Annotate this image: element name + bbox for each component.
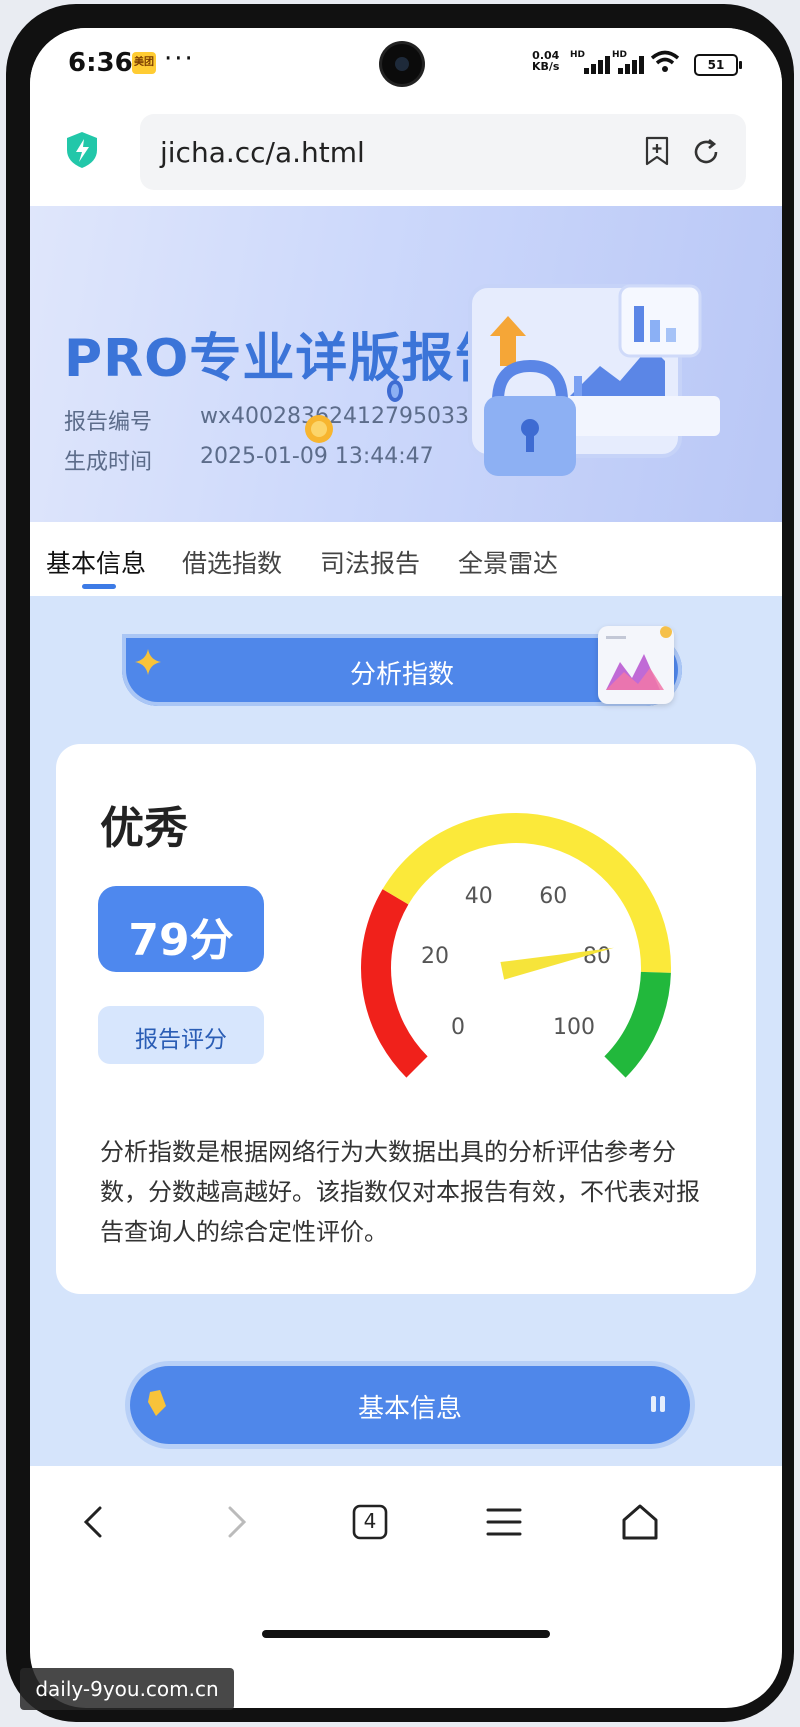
report-number-value: wx400283624127950330	[200, 404, 483, 429]
wifi-icon	[650, 50, 680, 72]
network-speed: 0.04 KB/s	[532, 50, 559, 72]
report-hero-banner: PRO专业详版报告 报告编号 wx400283624127950330 生成时间…	[30, 206, 782, 522]
score-badge: 79分	[98, 886, 264, 972]
watermark: daily-9you.com.cn	[20, 1668, 234, 1710]
front-camera	[382, 44, 422, 84]
gauge-segment-low	[361, 889, 428, 1078]
sparkle-icon	[135, 649, 161, 675]
coin-icon	[305, 415, 333, 443]
report-title: PRO专业详版报告	[64, 329, 508, 389]
score-label-badge: 报告评分	[98, 1006, 264, 1064]
generated-time-label: 生成时间	[64, 450, 153, 475]
browser-nav-bar: 4	[30, 1466, 782, 1596]
score-value: 79分	[128, 915, 234, 966]
pause-icon	[651, 1396, 665, 1412]
score-label: 报告评分	[135, 1027, 227, 1053]
forward-icon[interactable]	[214, 1500, 258, 1544]
network-speed-unit: KB/s	[532, 60, 560, 73]
score-gauge: 0 20 40 60 80 100	[361, 813, 671, 1078]
tab-loan-index[interactable]: 借选指数	[182, 544, 282, 580]
gauge-needle-hub	[509, 961, 523, 975]
tab-panorama-radar[interactable]: 全景雷达	[458, 544, 558, 580]
url-text[interactable]: jicha.cc/a.html	[160, 136, 365, 169]
home-indicator[interactable]	[262, 1630, 550, 1638]
status-time: 6:36	[68, 48, 133, 78]
coin-icon-small	[387, 380, 403, 402]
address-bar[interactable]: jicha.cc/a.html	[140, 114, 746, 190]
home-icon[interactable]	[618, 1500, 662, 1544]
generated-time-value: 2025-01-09 13:44:47	[200, 444, 434, 469]
status-bar: 6:36 美团 ··· 0.04 KB/s HD HD 51	[30, 28, 782, 96]
basic-info-label: 基本信息	[357, 1394, 462, 1424]
gauge-tick-80: 80	[583, 944, 611, 969]
gauge-tick-20: 20	[421, 944, 449, 969]
battery-icon: 51	[694, 54, 742, 76]
phone-screen: 6:36 美团 ··· 0.04 KB/s HD HD 51 jicha.cc/…	[30, 28, 782, 1708]
gauge-tick-60: 60	[539, 884, 567, 909]
bookmark-add-icon[interactable]	[644, 136, 670, 166]
score-card: 优秀 79分 报告评分 0 20 40 60 80 100 分析指数是根据网络行为大数据出…	[56, 744, 756, 1294]
chart-illustration-icon	[598, 626, 674, 704]
menu-icon[interactable]	[482, 1500, 526, 1544]
security-illustration-icon	[468, 284, 720, 476]
hd-badge-2: HD	[612, 50, 628, 60]
back-icon[interactable]	[72, 1500, 116, 1544]
gauge-tick-40: 40	[465, 884, 493, 909]
browser-toolbar: jicha.cc/a.html	[30, 96, 782, 206]
report-content: 分析指数 优秀 79分 报告评分 0 20 40 60 80 100 分析指数是…	[30, 596, 782, 1466]
report-number-label: 报告编号	[64, 410, 153, 435]
score-grade: 优秀	[100, 803, 188, 854]
report-tabs: 基本信息 借选指数 司法报告 全景雷达	[30, 522, 782, 596]
tab-count: 4	[363, 1509, 377, 1533]
gauge-tick-0: 0	[451, 1015, 465, 1040]
section-header-basic-info[interactable]: 基本信息	[130, 1366, 690, 1444]
phone-frame: 6:36 美团 ··· 0.04 KB/s HD HD 51 jicha.cc/…	[6, 4, 794, 1722]
tabs-button[interactable]: 4	[348, 1500, 392, 1544]
signal-icon: HD	[570, 50, 614, 74]
tab-basic-info[interactable]: 基本信息	[46, 544, 146, 580]
gauge-tick-100: 100	[553, 1015, 595, 1040]
hd-badge: HD	[570, 50, 586, 60]
score-description: 分析指数是根据网络行为大数据出具的分析评估参考分数，分数越高越好。该指数仅对本报…	[100, 1138, 700, 1246]
meituan-app-icon: 美团	[132, 52, 156, 74]
gauge-segment-high	[604, 971, 671, 1078]
more-notifications-icon: ···	[164, 44, 195, 74]
active-tab-indicator	[82, 584, 116, 589]
shield-icon[interactable]	[64, 130, 100, 170]
reload-icon[interactable]	[690, 136, 722, 168]
tab-judicial-report[interactable]: 司法报告	[320, 544, 420, 580]
